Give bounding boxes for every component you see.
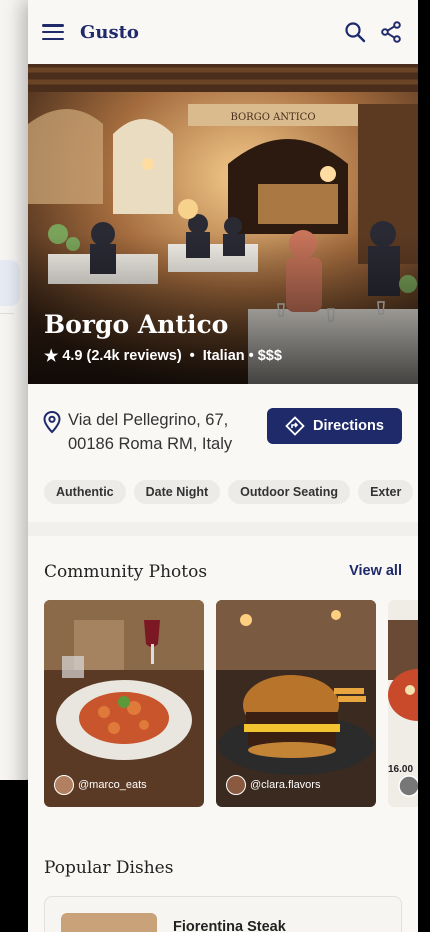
photo-username: @clara.flavors — [250, 779, 321, 791]
tag-chip[interactable]: Exter — [358, 480, 414, 504]
community-photo[interactable]: 16.00 — [388, 600, 418, 807]
community-photos-title: Community Photos — [44, 562, 208, 582]
photo-author[interactable]: @clara.flavors — [226, 775, 320, 795]
avatar — [54, 775, 74, 795]
community-photos-carousel[interactable]: @marco_eats @clara.flavors 16.00 — [44, 600, 418, 807]
address-block[interactable]: Via del Pellegrino, 67, 00186 Roma RM, I… — [42, 408, 232, 456]
restaurant-hero-image: BORGO ANTICO Borgo Antico ★ 4.9 (2.4k re… — [28, 64, 418, 384]
meta-separator: • — [189, 348, 195, 364]
directions-button[interactable]: Directions — [267, 408, 402, 444]
location-pin-icon — [43, 410, 61, 434]
tag-chip[interactable]: Authentic — [44, 480, 126, 504]
restaurant-name: Borgo Antico — [44, 310, 229, 339]
community-photo[interactable]: @clara.flavors — [216, 600, 376, 807]
directions-icon — [285, 416, 305, 436]
address-line-1: Via del Pellegrino, 67, — [68, 411, 229, 429]
tag-chip[interactable]: Outdoor Seating — [228, 480, 351, 504]
drawer-selected-item[interactable] — [0, 260, 20, 306]
cuisine-text: Italian — [202, 348, 245, 364]
meta-separator: • — [248, 348, 254, 364]
dish-thumbnail — [61, 913, 157, 932]
app-brand: Gusto — [80, 21, 139, 43]
restaurant-detail-screen: Gusto BORGO ANTICO Borgo Antico ★ 4.9 (2… — [28, 0, 418, 932]
view-all-link[interactable]: View all — [349, 563, 402, 579]
restaurant-sign: BORGO ANTICO — [230, 112, 315, 123]
star-icon: ★ — [44, 348, 59, 365]
rating-text[interactable]: 4.9 (2.4k reviews) — [62, 348, 181, 364]
dish-name: Fiorentina Steak — [173, 919, 286, 932]
search-icon[interactable] — [342, 19, 368, 45]
photo-price-label: 16.00 — [388, 764, 413, 775]
address-line-2: 00186 Roma RM, Italy — [68, 435, 233, 453]
tag-chips: Authentic Date Night Outdoor Seating Ext… — [44, 480, 414, 504]
community-photo[interactable]: @marco_eats — [44, 600, 204, 807]
restaurant-meta: ★ 4.9 (2.4k reviews) • Italian • $$$ — [44, 346, 282, 366]
directions-label: Directions — [313, 418, 384, 434]
share-icon[interactable] — [378, 19, 404, 45]
price-level: $$$ — [257, 348, 282, 364]
menu-icon[interactable] — [42, 22, 64, 42]
tag-chip[interactable]: Date Night — [133, 480, 221, 504]
drawer-divider — [0, 313, 14, 314]
popular-dishes-title: Popular Dishes — [44, 858, 174, 878]
avatar — [226, 775, 246, 795]
photo-author[interactable]: @marco_eats — [54, 775, 147, 795]
photo-username: @marco_eats — [78, 779, 147, 791]
dish-card[interactable]: Fiorentina Steak — [44, 896, 402, 932]
section-divider — [28, 522, 418, 536]
top-app-bar: Gusto — [28, 0, 418, 64]
